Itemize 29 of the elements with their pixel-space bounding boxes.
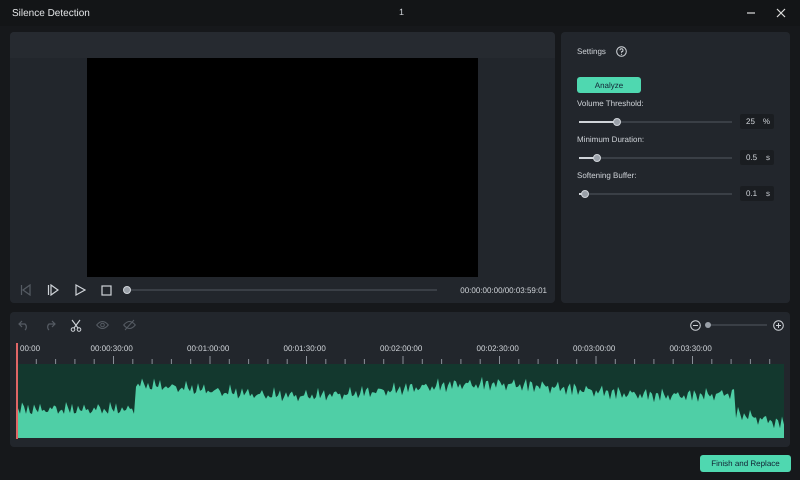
value-field[interactable]: 25 % — [740, 114, 774, 129]
zoom-slider[interactable] — [707, 321, 767, 329]
timecode: 00:00:00:00/00:03:59:01 — [460, 286, 547, 294]
close-icon[interactable] — [776, 8, 786, 18]
window-counter: 1 — [399, 7, 404, 17]
ruler-label: 00:03:00:00 — [573, 344, 616, 354]
slider-label: Minimum Duration: — [577, 135, 644, 144]
ruler-label: 00:02:00:00 — [380, 344, 422, 354]
ruler-label: 00:00 — [20, 344, 40, 354]
analyze-button[interactable]: Analyze — [577, 77, 641, 93]
ruler-label: 00:02:30:00 — [476, 344, 519, 354]
help-icon[interactable] — [616, 46, 627, 57]
slider-label: Softening Buffer: — [577, 171, 636, 180]
scissors-icon[interactable] — [70, 318, 82, 332]
next-frame-icon[interactable] — [47, 284, 59, 296]
value-field[interactable]: 0.5 s — [740, 150, 774, 165]
slider-label: Volume Threshold: — [577, 99, 644, 108]
ruler-label: 00:03:30:00 — [670, 344, 712, 354]
ruler-label: 00:00:30:00 — [90, 344, 133, 354]
ruler-label: 00:01:00:00 — [187, 344, 230, 354]
window-title: Silence Detection — [12, 8, 90, 18]
zoom-in-icon[interactable] — [773, 320, 784, 330]
finish-and-replace-button[interactable]: Finish and Replace — [700, 455, 791, 472]
play-icon[interactable] — [74, 284, 86, 296]
stop-icon[interactable] — [101, 284, 112, 296]
zoom-out-icon[interactable] — [690, 320, 701, 330]
value-field[interactable]: 0.1 s — [740, 186, 774, 201]
ruler-label: 00:01:30:00 — [284, 344, 326, 354]
settings-title: Settings — [577, 47, 606, 56]
